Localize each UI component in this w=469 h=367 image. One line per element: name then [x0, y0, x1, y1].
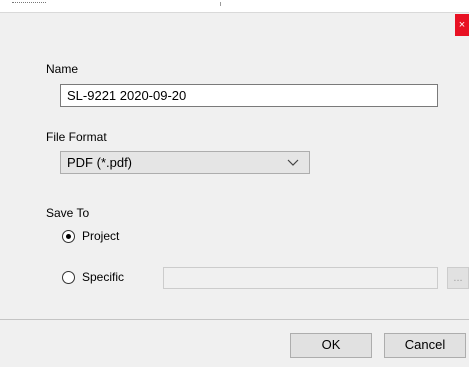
- radio-project[interactable]: Project: [62, 229, 119, 243]
- file-format-label: File Format: [46, 130, 107, 144]
- name-input[interactable]: SL-9221 2020-09-20: [60, 84, 438, 107]
- browse-icon: ...: [453, 272, 463, 284]
- cancel-button-label: Cancel: [404, 337, 446, 352]
- file-format-selected: PDF (*.pdf): [67, 155, 133, 170]
- chevron-down-icon: [287, 152, 299, 173]
- footer-separator: [0, 319, 469, 320]
- save-to-label: Save To: [46, 206, 90, 220]
- close-button[interactable]: ×: [455, 14, 469, 36]
- specific-path-input[interactable]: [163, 267, 438, 289]
- name-label: Name: [46, 62, 79, 76]
- close-icon: ×: [458, 19, 466, 31]
- radio-specific-indicator[interactable]: [62, 270, 75, 284]
- radio-project-indicator[interactable]: [62, 229, 75, 243]
- name-input-value: SL-9221 2020-09-20: [67, 88, 187, 103]
- browse-button[interactable]: ...: [447, 267, 469, 289]
- title-bar-decoration: [12, 2, 46, 6]
- ok-button-label: OK: [321, 337, 341, 352]
- title-bar-strip: [0, 0, 469, 13]
- radio-specific-label: Specific: [82, 270, 125, 284]
- cancel-button[interactable]: Cancel: [384, 333, 466, 358]
- title-bar-tick: [220, 2, 221, 6]
- ok-button[interactable]: OK: [290, 333, 372, 358]
- file-format-select[interactable]: PDF (*.pdf): [60, 151, 310, 174]
- radio-specific[interactable]: Specific: [62, 270, 124, 284]
- radio-project-label: Project: [82, 229, 120, 243]
